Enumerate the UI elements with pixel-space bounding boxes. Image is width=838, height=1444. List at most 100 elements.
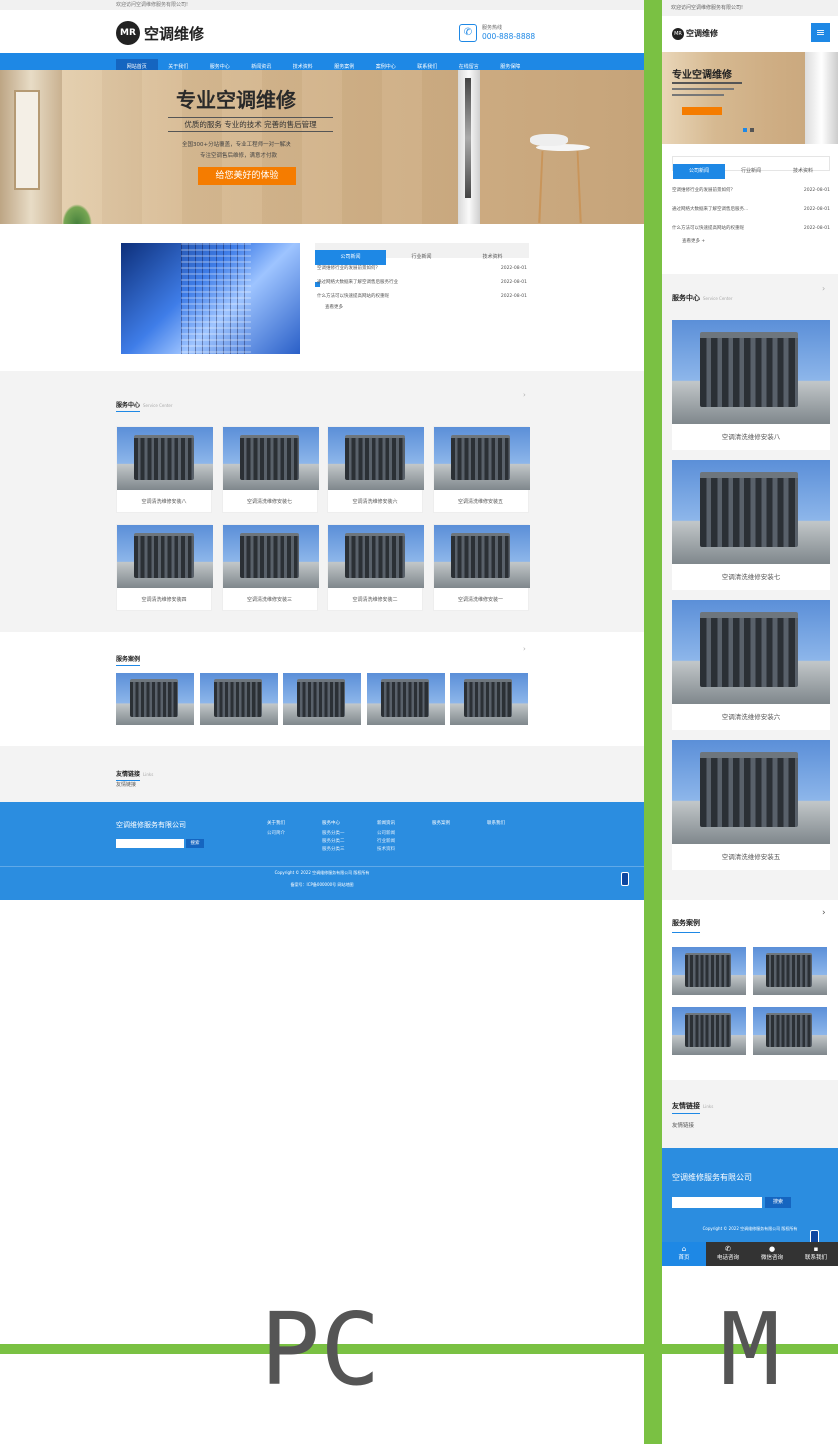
link-item[interactable]: 友情链接 bbox=[116, 781, 136, 788]
mobile-news-item[interactable]: 什么方法可以快速提高网站的权重呢 2022-08-01 bbox=[672, 219, 830, 238]
footer-link[interactable]: 公司新闻 bbox=[377, 830, 395, 838]
footer-column-head[interactable]: 服务中心 bbox=[322, 820, 345, 826]
case-thumbnail[interactable] bbox=[116, 673, 194, 725]
mobile-case-thumbnail[interactable] bbox=[753, 947, 827, 995]
mobile-footer-search-button[interactable]: 搜索 bbox=[765, 1197, 791, 1208]
footer-company: 空调维修服务有限公司 bbox=[116, 821, 186, 829]
mobile-case-thumbnail[interactable] bbox=[753, 1007, 827, 1055]
hero-banner: 专业空调维修 优质的服务 专业的技术 完善的售后管理 全国300+分站覆盖，专业… bbox=[0, 70, 644, 287]
bottom-nav-home[interactable]: ⌂ 首页 bbox=[662, 1242, 706, 1266]
mobile-service-card-title[interactable]: 空调清洗维修安装七 bbox=[672, 564, 830, 590]
bottom-nav-phone[interactable]: ✆ 电话咨询 bbox=[706, 1242, 750, 1266]
cases-more-icon[interactable]: › bbox=[523, 645, 526, 653]
service-card-title[interactable]: 空调清洗维修安装六 bbox=[328, 490, 422, 514]
mobile-case-thumbnail[interactable] bbox=[672, 947, 746, 995]
service-card[interactable]: 空调清洗维修安装五 bbox=[432, 426, 530, 514]
news-title[interactable]: 通过网络大数据来了解空调售后服务行业 bbox=[317, 276, 398, 290]
hotline-number: 000-888-8888 bbox=[482, 32, 536, 41]
banner-cta-button[interactable]: 给您美好的体验 bbox=[198, 167, 296, 185]
service-card[interactable]: 空调清洗维修安装八 bbox=[116, 426, 213, 514]
mobile-logo-badge[interactable]: MR bbox=[672, 28, 684, 40]
service-card-title[interactable]: 空调清洗维修安装二 bbox=[328, 588, 422, 612]
divider-vertical bbox=[644, 0, 662, 1444]
news-title[interactable]: 空调维修行业的发展前景如何？ bbox=[317, 262, 380, 276]
services-more-icon[interactable]: › bbox=[523, 391, 526, 399]
mobile-cases-more-icon[interactable]: › bbox=[822, 908, 826, 918]
bottom-nav-label: 电话咨询 bbox=[716, 1255, 739, 1261]
mobile-news-item[interactable]: 空调维修行业的发展前景如何？ 2022-08-01 bbox=[672, 181, 830, 200]
footer-link[interactable]: 服务分类二 bbox=[322, 838, 345, 846]
case-thumbnail[interactable] bbox=[199, 673, 278, 725]
mobile-service-card[interactable]: 空调清洗维修安装五 bbox=[672, 740, 830, 870]
service-card[interactable]: 空调清洗维修安装六 bbox=[327, 426, 424, 514]
footer-link[interactable]: 服务分类一 bbox=[322, 830, 345, 838]
mobile-service-card[interactable]: 空调清洗维修安装六 bbox=[672, 600, 830, 730]
ac-unit-photo bbox=[753, 947, 827, 995]
news-title[interactable]: 通过网络大数据来了解空调售后服务... bbox=[672, 200, 748, 219]
service-card[interactable]: 空调清洗维修安装三 bbox=[221, 524, 319, 612]
service-card-title[interactable]: 空调清洗维修安装八 bbox=[117, 490, 211, 514]
footer-icp[interactable]: 备案号：ICP备000000号 网站地图 bbox=[0, 882, 644, 888]
news-title[interactable]: 什么方法可以快速提高网站的权重呢 bbox=[672, 219, 744, 238]
footer-link[interactable]: 技术资料 bbox=[377, 846, 395, 854]
ac-unit-photo bbox=[672, 460, 830, 564]
mobile-service-card[interactable]: 空调清洗维修安装七 bbox=[672, 460, 830, 590]
news-item[interactable]: 通过网络大数据来了解空调售后服务行业 2022-08-01 bbox=[317, 276, 527, 290]
mobile-link-item[interactable]: 友情链接 bbox=[672, 1121, 694, 1129]
bottom-nav-label: 首页 bbox=[678, 1255, 690, 1261]
home-icon: ⌂ bbox=[681, 1245, 687, 1253]
footer-search-input[interactable] bbox=[116, 839, 184, 848]
service-card[interactable]: 空调清洗维修安装二 bbox=[327, 524, 424, 612]
news-item[interactable]: 空调维修行业的发展前景如何？ 2022-08-01 bbox=[317, 262, 527, 276]
mobile-cases-title: 服务案例 bbox=[672, 918, 700, 933]
footer-column-head[interactable]: 新闻资讯 bbox=[377, 820, 395, 826]
mobile-qr-icon[interactable] bbox=[621, 872, 629, 886]
service-card[interactable]: 空调清洗维修安装四 bbox=[116, 524, 213, 612]
mobile-banner-button[interactable] bbox=[682, 107, 722, 115]
footer-link[interactable]: 服务分类三 bbox=[322, 846, 345, 854]
footer-column-head[interactable]: 服务案例 bbox=[432, 820, 450, 826]
footer-column-head[interactable]: 联系我们 bbox=[487, 820, 505, 826]
footer-link[interactable]: 公司简介 bbox=[267, 830, 285, 838]
service-card-title[interactable]: 空调清洗维修安装七 bbox=[223, 490, 317, 514]
service-card-title[interactable]: 空调清洗维修安装一 bbox=[434, 588, 528, 612]
mobile-news-item[interactable]: 通过网络大数据来了解空调售后服务... 2022-08-01 bbox=[672, 200, 830, 219]
bottom-nav-contact[interactable]: ▪ 联系我们 bbox=[794, 1242, 838, 1266]
mobile-banner-dot-active[interactable] bbox=[743, 128, 747, 132]
bottom-nav-wechat[interactable]: ● 微信咨询 bbox=[750, 1242, 794, 1266]
mobile-logo-text[interactable]: 空调维修 bbox=[686, 28, 718, 39]
service-card-title[interactable]: 空调清洗维修安装四 bbox=[117, 588, 211, 612]
mobile-service-card-title[interactable]: 空调清洗维修安装八 bbox=[672, 424, 830, 450]
logo-badge[interactable]: MR bbox=[116, 21, 140, 45]
news-item[interactable]: 什么方法可以快速提高网站的权重呢 2022-08-01 bbox=[317, 290, 527, 304]
mobile-service-card[interactable]: 空调清洗维修安装八 bbox=[672, 320, 830, 450]
mobile-tab-company[interactable]: 公司新闻 bbox=[673, 164, 725, 179]
banner-line-1: 全国300+分站覆盖，专业工程师一对一解决 bbox=[182, 142, 291, 148]
mobile-footer-search-input[interactable] bbox=[672, 1197, 762, 1208]
mobile-service-card-title[interactable]: 空调清洗维修安装六 bbox=[672, 704, 830, 730]
mobile-more-link[interactable]: 查看更多 + bbox=[672, 238, 830, 244]
cases-title: 服务案例 bbox=[116, 654, 141, 666]
footer-search-button[interactable]: 搜索 bbox=[186, 839, 204, 848]
menu-icon[interactable]: ≡ bbox=[811, 23, 830, 42]
service-card[interactable]: 空调清洗维修安装一 bbox=[432, 524, 530, 612]
mobile-service-card-title[interactable]: 空调清洗维修安装五 bbox=[672, 844, 830, 870]
service-card-title[interactable]: 空调清洗维修安装三 bbox=[223, 588, 317, 612]
case-thumbnail[interactable] bbox=[283, 673, 361, 725]
mobile-services-more-icon[interactable]: › bbox=[822, 284, 825, 293]
logo-text[interactable]: 空调维修 bbox=[144, 23, 204, 44]
footer-column-head[interactable]: 关于我们 bbox=[267, 820, 285, 826]
bottom-nav-label: 联系我们 bbox=[804, 1255, 827, 1261]
news-title[interactable]: 空调维修行业的发展前景如何？ bbox=[672, 181, 735, 200]
service-card-title[interactable]: 空调清洗维修安装五 bbox=[434, 490, 528, 514]
service-card[interactable]: 空调清洗维修安装七 bbox=[221, 426, 319, 514]
more-link[interactable]: 查看更多 bbox=[317, 304, 527, 310]
news-title[interactable]: 什么方法可以快速提高网站的权重呢 bbox=[317, 290, 389, 304]
mobile-tab-industry[interactable]: 行业新闻 bbox=[725, 164, 777, 179]
mobile-tab-tech[interactable]: 技术资料 bbox=[777, 164, 829, 179]
mobile-banner-dot[interactable] bbox=[750, 128, 754, 132]
case-thumbnail[interactable] bbox=[450, 673, 528, 725]
case-thumbnail[interactable] bbox=[366, 673, 445, 725]
footer-link[interactable]: 行业新闻 bbox=[377, 838, 395, 846]
mobile-case-thumbnail[interactable] bbox=[672, 1007, 746, 1055]
